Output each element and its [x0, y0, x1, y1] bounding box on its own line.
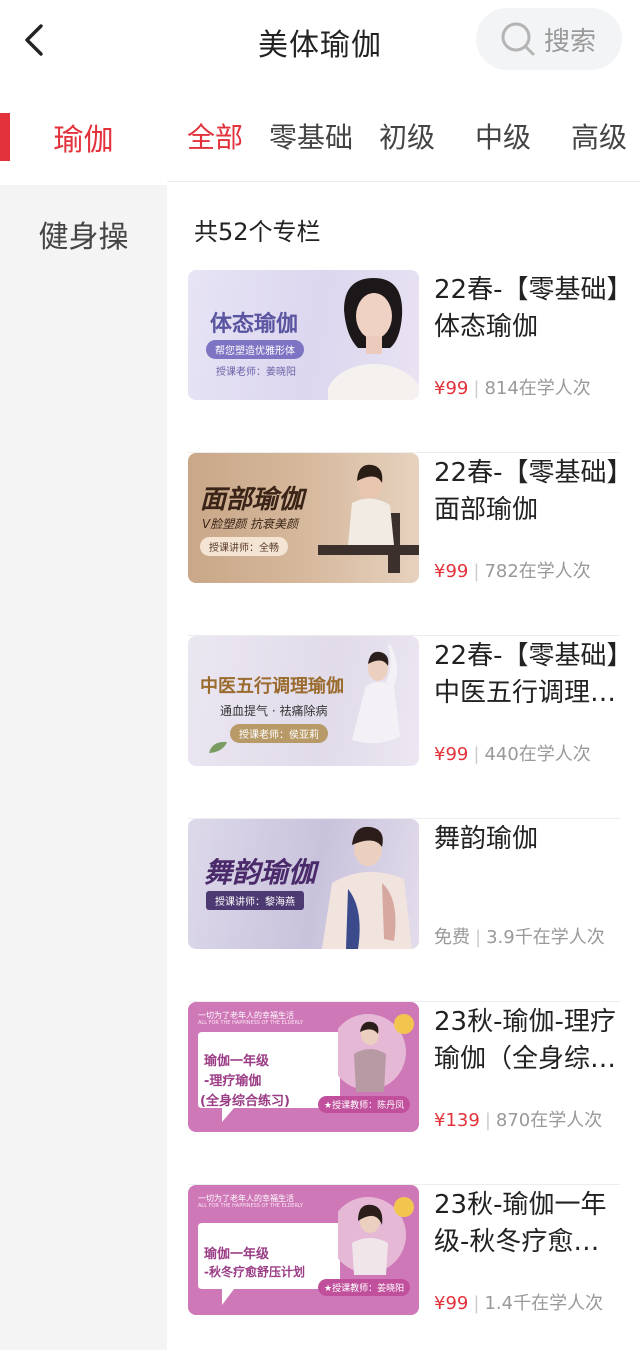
- tab-advanced[interactable]: 高级: [571, 116, 627, 156]
- search-button[interactable]: 搜索: [476, 8, 622, 70]
- course-title: 舞韵瑜伽: [434, 824, 539, 854]
- course-title: 22春-【零基础】中医五行调理瑜伽: [434, 641, 620, 708]
- thumb-title: 面部瑜伽: [200, 485, 305, 515]
- course-meta: ¥99 | 782在学人次: [434, 557, 591, 583]
- column-count: 共52个专栏: [194, 218, 321, 246]
- meta-divider: |: [473, 378, 480, 399]
- thumb-line-2: -理疗瑜伽: [204, 1074, 262, 1089]
- teacher-photo: [338, 1197, 414, 1275]
- thumb-subtitle: 通血提气 · 祛痛除病: [220, 704, 328, 718]
- top-bar: 美体瑜伽 搜索: [0, 0, 640, 88]
- course-thumbnail: 一切为了老年人的幸福生活 ALL FOR THE HAPPINESS OF TH…: [188, 1185, 419, 1315]
- course-price: ¥99: [434, 561, 469, 582]
- thumb-slogan-en: ALL FOR THE HAPPINESS OF THE ELDERLY: [198, 1203, 304, 1209]
- meta-divider: |: [473, 1293, 480, 1314]
- course-meta: ¥139 | 870在学人次: [434, 1106, 602, 1132]
- meta-divider: |: [473, 561, 480, 582]
- thumb-teacher: 授课老师：姜晓阳: [216, 367, 296, 378]
- course-meta: ¥99 | 440在学人次: [434, 740, 591, 766]
- thumb-teacher: 授课讲师：全畅: [200, 537, 288, 556]
- course-title: 22春-【零基础】体态瑜伽: [434, 275, 620, 342]
- course-thumbnail: 一切为了老年人的幸福生活 ALL FOR THE HAPPINESS OF TH…: [188, 1002, 419, 1132]
- thumb-title: 中医五行调理瑜伽: [200, 676, 344, 697]
- course-title: 23秋-瑜伽一年级-秋冬疗愈舒压计划: [434, 1190, 607, 1257]
- teacher-photo: [338, 1014, 414, 1092]
- sidebar-item-aerobics[interactable]: 健身操: [0, 185, 167, 282]
- course-title: 22春-【零基础】面部瑜伽: [434, 458, 620, 525]
- course-item[interactable]: 中医五行调理瑜伽 通血提气 · 祛痛除病 授课老师：侯亚莉 22春-【零基础】中…: [188, 636, 620, 819]
- search-icon: [501, 22, 535, 56]
- teacher-photo: [352, 644, 400, 744]
- thumb-subtitle: V脸塑颜 抗衰美颜: [202, 517, 299, 531]
- course-thumbnail: 面部瑜伽 V脸塑颜 抗衰美颜 授课讲师：全畅: [188, 453, 419, 583]
- thumb-line-1: 瑜伽一年级: [204, 1247, 270, 1262]
- tab-intermediate[interactable]: 中级: [475, 116, 531, 156]
- course-price: ¥139: [434, 1110, 480, 1131]
- learner-count: 3.9千在学人次: [486, 927, 605, 948]
- leaf-icon: [209, 741, 227, 753]
- sidebar-item-yoga[interactable]: 瑜伽: [0, 88, 167, 185]
- teacher-photo: [328, 278, 419, 400]
- course-item[interactable]: 面部瑜伽 V脸塑颜 抗衰美颜 授课讲师：全畅 22春-【零基础】面部瑜伽 ¥99…: [188, 453, 620, 636]
- course-price: 免费: [434, 927, 470, 948]
- course-meta: 免费 | 3.9千在学人次: [434, 923, 605, 949]
- course-item[interactable]: 一切为了老年人的幸福生活 ALL FOR THE HAPPINESS OF TH…: [188, 1002, 620, 1185]
- course-thumbnail: 舞韵瑜伽 授课讲师：黎海燕: [188, 819, 419, 949]
- meta-divider: |: [484, 1110, 491, 1131]
- thumb-teacher: ★授课教师：陈丹凤: [318, 1096, 411, 1113]
- meta-divider: |: [473, 744, 480, 765]
- level-tabs: 全部 零基础 初级 中级 高级: [167, 88, 640, 182]
- learner-count: 814在学人次: [484, 378, 591, 399]
- teacher-photo: [322, 826, 412, 949]
- meta-divider: |: [475, 927, 482, 948]
- learner-count: 1.4千在学人次: [484, 1293, 604, 1314]
- tab-zero-basis[interactable]: 零基础: [269, 116, 353, 156]
- course-price: ¥99: [434, 1293, 469, 1314]
- course-price: ¥99: [434, 744, 469, 765]
- teacher-photo: [318, 464, 419, 573]
- course-item[interactable]: 体态瑜伽 帮您塑造优雅形体 授课老师：姜晓阳 22春-【零基础】体态瑜伽 ¥99…: [188, 270, 620, 453]
- course-meta: ¥99 | 1.4千在学人次: [434, 1289, 603, 1315]
- course-item[interactable]: 舞韵瑜伽 授课讲师：黎海燕 舞韵瑜伽 免费 | 3.9千在学人次: [188, 819, 620, 1002]
- thumb-line-1: 瑜伽一年级: [204, 1054, 270, 1069]
- course-title: 23秋-瑜伽-理疗瑜伽（全身综合练习）: [434, 1007, 617, 1074]
- thumb-slogan-en: ALL FOR THE HAPPINESS OF THE ELDERLY: [198, 1020, 304, 1026]
- thumb-teacher: ★授课教师：姜晓阳: [318, 1279, 411, 1296]
- course-meta: ¥99 | 814在学人次: [434, 374, 591, 400]
- learner-count: 870在学人次: [495, 1110, 603, 1131]
- thumb-subtitle: 帮您塑造优雅形体: [206, 340, 304, 359]
- course-thumbnail: 中医五行调理瑜伽 通血提气 · 祛痛除病 授课老师：侯亚莉: [188, 636, 419, 766]
- tab-beginner[interactable]: 初级: [379, 116, 435, 156]
- course-price: ¥99: [434, 378, 469, 399]
- thumb-line-3: (全身综合练习): [200, 1094, 290, 1109]
- thumb-line-2: -秋冬疗愈舒压计划: [204, 1265, 305, 1279]
- course-thumbnail: 体态瑜伽 帮您塑造优雅形体 授课老师：姜晓阳: [188, 270, 419, 400]
- thumb-teacher: 授课讲师：黎海燕: [206, 891, 304, 910]
- search-label: 搜索: [544, 26, 597, 57]
- learner-count: 782在学人次: [484, 561, 591, 582]
- learner-count: 440在学人次: [484, 744, 591, 765]
- course-item[interactable]: 一切为了老年人的幸福生活 ALL FOR THE HAPPINESS OF TH…: [188, 1185, 620, 1350]
- thumb-title: 体态瑜伽: [210, 311, 299, 337]
- thumb-title: 舞韵瑜伽: [204, 856, 317, 889]
- tab-all[interactable]: 全部: [187, 116, 243, 156]
- category-sidebar: 瑜伽 健身操: [0, 88, 167, 1350]
- thumb-teacher: 授课老师：侯亚莉: [230, 724, 328, 743]
